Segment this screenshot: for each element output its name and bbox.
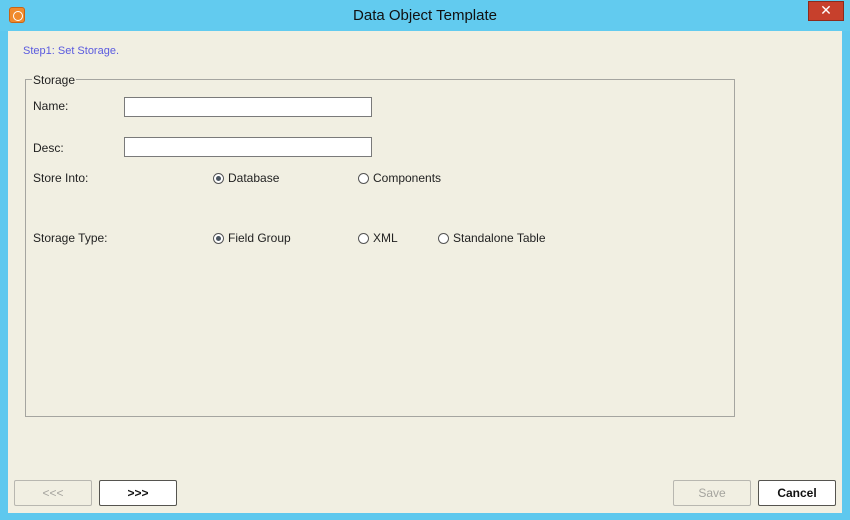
radio-standalone-table-indicator[interactable] [438,232,449,244]
radio-components-label: Components [373,171,442,185]
title-bar[interactable]: Data Object Template ✕ [0,0,850,31]
step-label: Step1: Set Storage. [23,45,120,57]
radio-standalone-table-label: Standalone Table [453,231,546,245]
store-into-label: Store Into: [33,171,89,185]
storage-legend: Storage [32,73,77,87]
radio-field-group-indicator[interactable] [213,232,224,244]
radio-xml[interactable]: XML [358,231,398,245]
close-button[interactable]: ✕ [808,1,844,21]
storage-type-label: Storage Type: [33,231,108,245]
radio-field-group[interactable]: Field Group [213,231,291,245]
name-input[interactable] [124,97,372,117]
name-label: Name: [33,99,69,113]
radio-field-group-label: Field Group [228,231,291,245]
next-button[interactable]: >>> [99,480,177,506]
dialog-window: Data Object Template ✕ Step1: Set Storag… [0,0,850,520]
cancel-button[interactable]: Cancel [758,480,836,506]
radio-components[interactable]: Components [358,171,441,185]
radio-database-indicator[interactable] [213,172,224,184]
radio-standalone-table[interactable]: Standalone Table [438,231,546,245]
desc-input[interactable] [124,137,372,157]
radio-xml-label: XML [373,231,398,245]
dialog-body: Step1: Set Storage. Storage Name: Desc: … [8,31,842,513]
back-button[interactable]: <<< [14,480,92,506]
radio-components-indicator[interactable] [358,172,369,184]
radio-database-label: Database [228,171,280,185]
window-title: Data Object Template [353,7,497,24]
radio-xml-indicator[interactable] [358,232,369,244]
storage-groupbox: Storage Name: Desc: Store Into: Database… [25,73,735,417]
save-button[interactable]: Save [673,480,751,506]
radio-database[interactable]: Database [213,171,279,185]
desc-label: Desc: [33,141,64,155]
